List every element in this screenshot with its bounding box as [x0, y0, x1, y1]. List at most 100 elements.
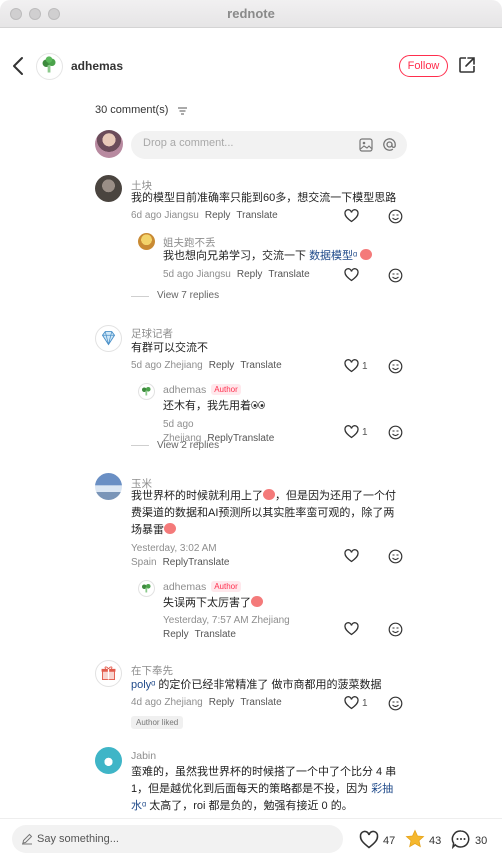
- translate-button[interactable]: Translate: [240, 360, 281, 371]
- say-something-placeholder: Say something...: [37, 833, 119, 845]
- reply-meta: 5d ago Jiangsu Reply Translate: [163, 268, 310, 282]
- comment-composer[interactable]: [131, 131, 407, 159]
- like-heart-icon[interactable]: [344, 696, 359, 710]
- author-avatar[interactable]: [36, 53, 63, 80]
- emoji-reaction-icon[interactable]: [388, 425, 403, 440]
- comment-text: 我的模型目前准确率只能到60多，想交流一下模型思路: [131, 192, 397, 204]
- comment-text-part: 我世界杯的时候就利用上了: [131, 490, 263, 502]
- back-arrow-icon[interactable]: [10, 55, 28, 77]
- author-name[interactable]: adhemas: [71, 59, 123, 73]
- comment-input[interactable]: [143, 137, 343, 149]
- hashtag-link[interactable]: polyᵅ: [131, 679, 155, 691]
- broccoli-logo-icon: [42, 56, 56, 73]
- commenter-avatar[interactable]: [95, 175, 122, 202]
- commenter-avatar[interactable]: [95, 473, 122, 500]
- author-badge: Author: [211, 581, 241, 592]
- replier-name-text[interactable]: adhemas: [163, 384, 206, 396]
- comment-time-location: 4d ago Zhejiang: [131, 697, 203, 708]
- comment-text: 我世界杯的时候就利用上了 ，但是因为还用了一个付 费渠道的数据和AI预测所以其实胜率…: [131, 488, 406, 539]
- hashtag-link[interactable]: 水ᵅ: [131, 800, 146, 812]
- comment-meta: Yesterday, 3:02 AM Spain ReplyTranslate: [131, 542, 301, 570]
- reply-text-body: 失误两下太厉害了: [163, 597, 251, 609]
- window-title: rednote: [227, 6, 275, 21]
- post-header: adhemas Follow: [0, 46, 502, 86]
- comment-count: 30 comment(s): [95, 104, 169, 116]
- hashtag-link[interactable]: 彩抽: [371, 783, 393, 795]
- commenter-name[interactable]: Jabin: [131, 750, 156, 762]
- view-replies-divider: [131, 445, 149, 446]
- reply-button[interactable]: Reply: [163, 629, 189, 640]
- hashtag-link[interactable]: 数据模型ᵅ: [309, 250, 357, 262]
- like-heart-icon[interactable]: [344, 209, 359, 223]
- eyes-emoji-icon: [251, 401, 265, 409]
- star-collect-icon[interactable]: [405, 829, 425, 849]
- emoji-reaction-icon[interactable]: [388, 209, 403, 224]
- commenter-avatar[interactable]: [95, 325, 122, 352]
- translate-button[interactable]: Translate: [195, 629, 236, 640]
- say-something-input[interactable]: Say something...: [12, 825, 343, 853]
- like-heart-icon[interactable]: [344, 425, 359, 439]
- emoji-reaction-icon[interactable]: [388, 622, 403, 637]
- commenter-name[interactable]: 足球记者: [131, 326, 173, 341]
- like-heart-icon[interactable]: [344, 549, 359, 563]
- follow-button[interactable]: Follow: [399, 55, 448, 77]
- share-icon[interactable]: [458, 56, 476, 74]
- replier-name: adhemas Author: [163, 581, 241, 593]
- comment-text-part: 场暴雷: [131, 524, 164, 536]
- broccoli-logo-icon: [142, 584, 151, 593]
- sort-icon[interactable]: [178, 107, 187, 115]
- translate-button[interactable]: Translate: [268, 269, 309, 280]
- translate-button[interactable]: Translate: [240, 697, 281, 708]
- reply-text-body: 还木有，我先用着: [163, 400, 251, 412]
- emoji-reaction-icon[interactable]: [388, 549, 403, 564]
- translate-button[interactable]: Translate: [188, 557, 229, 568]
- reply-time-location: 5d ago Jiangsu: [163, 269, 231, 280]
- reply-button[interactable]: Reply: [209, 360, 235, 371]
- peach-emoji-icon: [251, 596, 263, 607]
- reply-button[interactable]: Reply: [209, 697, 235, 708]
- replier-name-text[interactable]: adhemas: [163, 581, 206, 593]
- replier-avatar[interactable]: [138, 233, 155, 250]
- reply-text-body: 我也想向兄弟学习，交流一下: [163, 250, 310, 262]
- translate-button[interactable]: Translate: [233, 433, 274, 444]
- emoji-reaction-icon[interactable]: [388, 696, 403, 711]
- mention-icon[interactable]: [382, 137, 397, 152]
- emoji-reaction-icon[interactable]: [388, 268, 403, 283]
- comment-bubble-icon[interactable]: [451, 829, 471, 849]
- translate-button[interactable]: Translate: [236, 210, 277, 221]
- like-heart-icon[interactable]: [344, 359, 359, 373]
- diamond-icon: [101, 331, 116, 346]
- view-replies-button[interactable]: View 7 replies: [157, 290, 219, 301]
- commenter-avatar[interactable]: [95, 660, 122, 687]
- like-count: 1: [362, 361, 368, 372]
- bottom-bar: Say something... 47 43 30: [0, 818, 502, 859]
- post-comment-count: 30: [475, 835, 488, 847]
- view-replies-button[interactable]: View 2 replies: [157, 440, 219, 451]
- comment-meta: 4d ago Zhejiang Reply Translate: [131, 696, 282, 710]
- post-like-count: 47: [383, 835, 396, 847]
- reply-button[interactable]: Reply: [237, 269, 263, 280]
- comment-time-location: 5d ago Zhejiang: [131, 360, 203, 371]
- commenter-name[interactable]: 在下奉先: [131, 663, 173, 678]
- commenter-avatar[interactable]: [95, 747, 122, 774]
- like-heart-icon[interactable]: [344, 268, 359, 282]
- replier-avatar[interactable]: [138, 383, 155, 400]
- reply-button[interactable]: Reply: [163, 557, 189, 568]
- like-heart-icon[interactable]: [344, 622, 359, 636]
- like-count: 1: [362, 698, 368, 709]
- comment-meta: 6d ago Jiangsu Reply Translate: [131, 209, 278, 223]
- window-titlebar: rednote: [0, 0, 502, 28]
- reply-meta: Yesterday, 7:57 AM Zhejiang Reply Translat…: [163, 614, 333, 642]
- reply-text: 还木有，我先用着: [163, 398, 265, 415]
- like-heart-icon[interactable]: [359, 830, 379, 850]
- replier-avatar[interactable]: [138, 580, 155, 597]
- image-icon[interactable]: [359, 138, 373, 152]
- author-liked-badge: Author liked: [131, 716, 184, 729]
- comment-text-part: 太高了，roi 都是负的，勉强有接近 0 的。: [146, 800, 353, 812]
- post-collect-count: 43: [429, 835, 442, 847]
- comment-text: 蛮难的，虽然我世界杯的时候搭了一个中了个比分 4 串 1，但是越优化到后面每天的策…: [131, 764, 406, 815]
- reply-button[interactable]: Reply: [205, 210, 231, 221]
- reply-text: 失误两下太厉害了: [163, 595, 263, 612]
- comment-text-part: ，但是因为还用了一个付: [275, 490, 396, 502]
- emoji-reaction-icon[interactable]: [388, 359, 403, 374]
